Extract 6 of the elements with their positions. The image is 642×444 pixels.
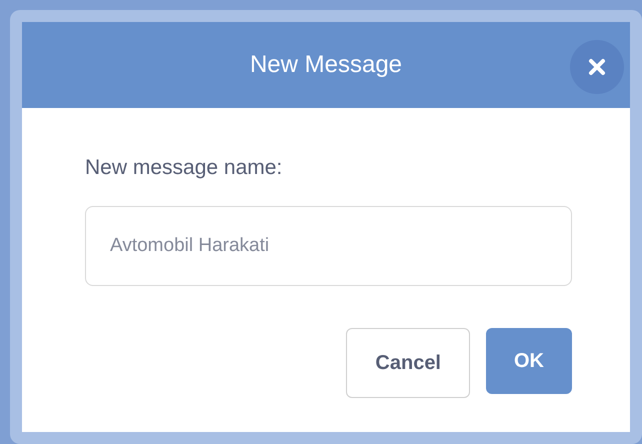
field-label: New message name: bbox=[85, 155, 284, 181]
input-field[interactable]: Avtomobil Harakati bbox=[85, 206, 572, 286]
cancel-button[interactable]: Cancel bbox=[346, 328, 470, 398]
close-icon bbox=[588, 58, 606, 76]
dialog-title: New Message bbox=[250, 50, 402, 80]
ok-button[interactable]: OK bbox=[486, 328, 572, 394]
